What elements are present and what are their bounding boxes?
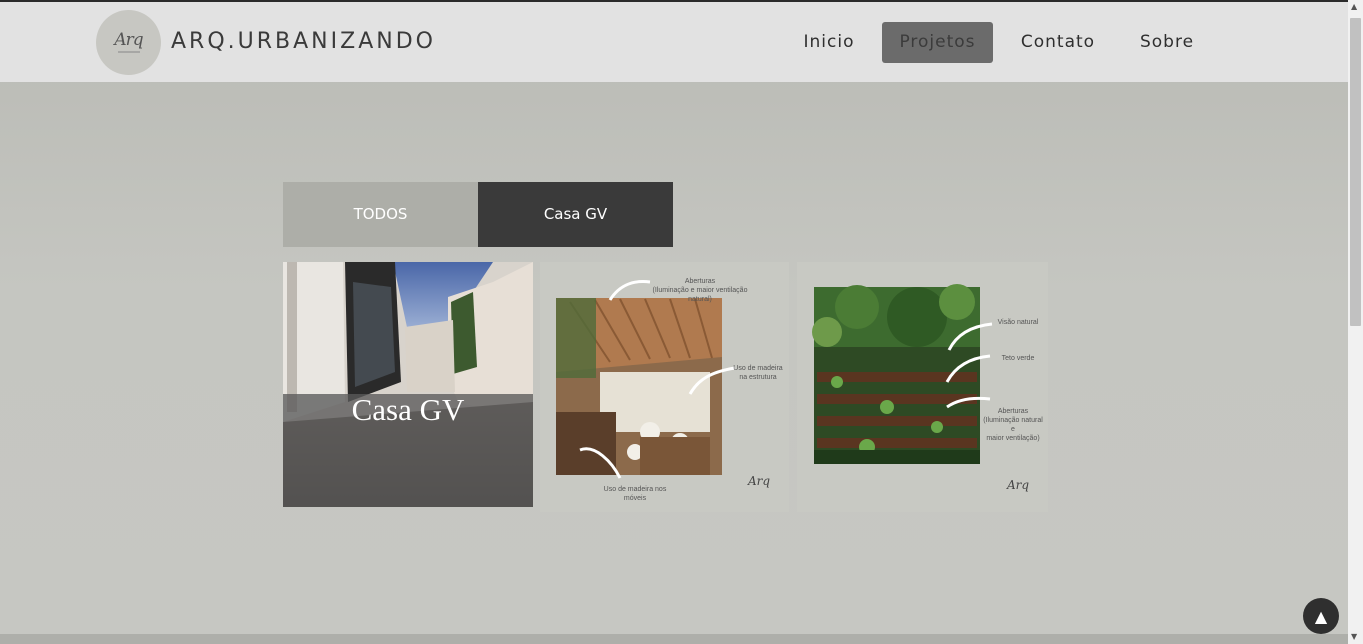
anno-aberturas: Aberturas (Iluminação natural e maior ve… <box>983 408 1043 442</box>
anno-madeira-moveis: Uso de madeira nos móveis <box>603 486 667 502</box>
nav-inicio[interactable]: Inicio <box>790 22 868 63</box>
signature-logo: Arq <box>1007 478 1030 492</box>
project-card-restaurant-annotated[interactable]: Aberturas (Iluminação e maior ventilação… <box>540 262 789 512</box>
project-card-casa-gv[interactable]: Casa GV <box>283 262 533 507</box>
anno-madeira-estrutura: Uso de madeira na estrutura <box>733 365 783 381</box>
anno-teto-verde: Teto verde <box>1001 355 1035 362</box>
vertical-scrollbar[interactable]: ▲ ▼ <box>1348 0 1363 644</box>
arrow-up-icon: ▲ <box>1314 606 1328 626</box>
nav-contato[interactable]: Contato <box>1007 22 1109 63</box>
nav-projetos[interactable]: Projetos <box>882 22 993 63</box>
footer-edge <box>0 634 1348 644</box>
scroll-down-icon[interactable]: ▼ <box>1351 632 1357 641</box>
anno-visao-natural: Visão natural <box>997 319 1039 326</box>
nav-sobre[interactable]: Sobre <box>1127 22 1207 63</box>
filter-casa-gv-button[interactable]: Casa GV <box>478 182 673 247</box>
site-header: Arq ARQ.URBANIZANDO Inicio Projetos Cont… <box>0 2 1348 82</box>
project-card-green-building[interactable]: Visão natural Teto verde Aberturas (Ilum… <box>797 262 1048 512</box>
card-title: Casa GV <box>351 392 465 427</box>
main-nav: Inicio Projetos Contato Sobre <box>0 22 1348 63</box>
scroll-thumb[interactable] <box>1350 18 1361 326</box>
anno-aberturas: Aberturas (Iluminação e maior ventilação… <box>652 278 748 303</box>
signature-logo: Arq <box>748 474 771 488</box>
back-to-top-button[interactable]: ▲ <box>1303 598 1339 634</box>
filter-todos-button[interactable]: TODOS <box>283 182 478 247</box>
scroll-up-icon[interactable]: ▲ <box>1351 2 1357 11</box>
annotation-arrows <box>945 322 993 409</box>
